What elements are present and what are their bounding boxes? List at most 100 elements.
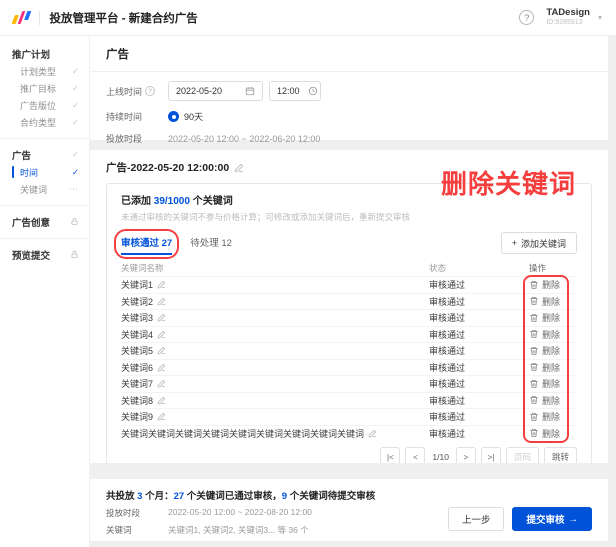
sidebar-item-计划类型[interactable]: 计划类型 ✓ xyxy=(12,64,79,78)
status-text: 审核通过 xyxy=(429,395,466,406)
table-row: 关键词9 审核通过 删除 xyxy=(121,408,577,425)
main-area: 广告 上线时间 ? 2022-05-20 12:00 持续时间 90天 投放时段… xyxy=(90,36,616,547)
sidebar-section: 推广计划计划类型 ✓ 推广目标 ✓ 广告版位 ✓ 合约类型 ✓ xyxy=(0,38,89,139)
sidebar-section-title[interactable]: 广告创意 xyxy=(12,214,79,229)
ad-instance-title: 广告-2022-05-20 12:00:00 xyxy=(106,160,592,175)
keyword-name-cell: 关键词关键词关键词关键词关键词关键词关键词关键词关键词 xyxy=(121,427,429,440)
status-text: 审核通过 xyxy=(429,296,466,307)
col-action: 操作 xyxy=(529,263,547,273)
edit-icon[interactable] xyxy=(157,412,166,421)
edit-icon[interactable] xyxy=(157,346,166,355)
arrow-right-icon: → xyxy=(568,513,579,525)
delete-button[interactable]: 删除 xyxy=(529,295,577,308)
edit-icon[interactable] xyxy=(234,163,244,173)
table-row: 关键词8 审核通过 删除 xyxy=(121,391,577,409)
col-keyword-name: 关键词名称 xyxy=(121,263,164,273)
pagination-jump-button[interactable]: 跳转 xyxy=(543,447,577,463)
sidebar-section-label: 推广计划 xyxy=(12,49,51,61)
keyword-name: 关键词关键词关键词关键词关键词关键词关键词关键词关键词 xyxy=(121,428,365,439)
pagination-next-button[interactable]: > xyxy=(455,447,476,463)
edit-icon[interactable] xyxy=(157,313,166,322)
summary-footer: 共投放 3 个月：27 个关键词已通过审核，9 个关键词待提交审核 投放时段 2… xyxy=(90,479,608,541)
trash-icon xyxy=(529,296,539,306)
submit-review-button[interactable]: 提交审核 → xyxy=(512,507,592,531)
trash-icon xyxy=(529,346,539,356)
delete-button[interactable]: 删除 xyxy=(529,328,577,341)
edit-icon[interactable] xyxy=(157,396,166,405)
delete-button[interactable]: 删除 xyxy=(529,278,577,291)
check-icon: ✓ xyxy=(71,99,79,110)
duration-option[interactable]: 90天 xyxy=(184,110,203,123)
edit-icon[interactable] xyxy=(157,379,166,388)
help-icon[interactable]: ? xyxy=(519,10,535,25)
sidebar-section-title[interactable]: 广告 ✓ xyxy=(12,147,79,162)
summary-number: 27 xyxy=(173,491,185,502)
trash-icon xyxy=(529,280,539,290)
trash-icon xyxy=(529,395,539,405)
plus-icon: + xyxy=(511,238,517,248)
radio-selected-icon[interactable] xyxy=(168,111,179,122)
pagination-last-button[interactable]: >| xyxy=(480,447,501,463)
time-picker[interactable]: 12:00 xyxy=(269,81,321,101)
chevron-down-icon[interactable]: ▾ xyxy=(598,13,602,22)
tab-审核通过[interactable]: 审核通过 27 xyxy=(114,229,180,259)
delete-button[interactable]: 删除 xyxy=(529,427,577,440)
sidebar-section-title[interactable]: 预览提交 xyxy=(12,247,79,262)
add-keyword-button[interactable]: + 添加关键词 xyxy=(500,232,577,254)
brand-logo-icon xyxy=(11,11,31,24)
sidebar-section: 广告创意 xyxy=(0,206,89,239)
sidebar-section-label: 广告 xyxy=(12,150,32,162)
keyword-table-body: 关键词1 审核通过 删除 关键词2 审核通过 删除 关键词3 审核通过 删除 关键词4 审核通过 删除… xyxy=(121,276,577,441)
ellipsis-icon: ⋯ xyxy=(69,183,79,194)
summary-text: 共投放 xyxy=(106,491,138,502)
delete-label: 删除 xyxy=(542,313,561,324)
keyword-name: 关键词9 xyxy=(121,412,154,423)
check-icon: ✓ xyxy=(71,166,79,177)
sidebar-item-label: 合约类型 xyxy=(20,117,57,128)
sidebar-item-关键词[interactable]: 关键词 ⋯ xyxy=(12,182,79,196)
sidebar-item-label: 时间 xyxy=(20,167,39,178)
duration-label: 持续时间 xyxy=(106,112,143,122)
pagination-prev-button[interactable]: < xyxy=(405,447,426,463)
delete-button[interactable]: 删除 xyxy=(529,410,577,423)
sidebar-section-title[interactable]: 推广计划 xyxy=(12,46,79,61)
delete-label: 删除 xyxy=(542,395,561,406)
tab-待处理[interactable]: 待处理 12 xyxy=(190,235,232,255)
sidebar-item-label: 关键词 xyxy=(20,184,48,195)
help-tooltip-icon[interactable]: ? xyxy=(145,86,156,96)
edit-icon[interactable] xyxy=(157,280,166,289)
keyword-name-cell: 关键词8 xyxy=(121,394,429,407)
sidebar-item-推广目标[interactable]: 推广目标 ✓ xyxy=(12,81,79,95)
pagination-page-input[interactable]: 页码 xyxy=(505,447,539,463)
table-row: 关键词关键词关键词关键词关键词关键词关键词关键词关键词 审核通过 删除 xyxy=(121,424,577,442)
delete-button[interactable]: 删除 xyxy=(529,377,577,390)
check-icon: ✓ xyxy=(71,65,79,76)
edit-icon[interactable] xyxy=(157,363,166,372)
delete-button[interactable]: 删除 xyxy=(529,361,577,374)
keyword-name: 关键词7 xyxy=(121,379,154,390)
sidebar-item-合约类型[interactable]: 合约类型 ✓ xyxy=(12,115,79,129)
edit-icon[interactable] xyxy=(157,297,166,306)
check-icon: ✓ xyxy=(71,116,79,127)
table-row: 关键词4 审核通过 删除 xyxy=(121,325,577,343)
sidebar-item-时间[interactable]: 时间 ✓ xyxy=(12,165,79,179)
sidebar-item-广告版位[interactable]: 广告版位 ✓ xyxy=(12,98,79,112)
pagination-first-button[interactable]: |< xyxy=(380,447,401,463)
prev-step-button[interactable]: 上一步 xyxy=(447,507,505,531)
keyword-panel: 删除关键词 广告-2022-05-20 12:00:00 已添加 39/1000… xyxy=(90,150,608,463)
table-row: 关键词5 审核通过 删除 xyxy=(121,342,577,359)
date-picker[interactable]: 2022-05-20 xyxy=(168,81,263,101)
delete-button[interactable]: 删除 xyxy=(529,344,577,357)
delete-button[interactable]: 删除 xyxy=(529,311,577,324)
sidebar-item-label: 广告版位 xyxy=(20,100,57,111)
edit-icon[interactable] xyxy=(368,429,377,438)
keyword-table: 关键词名称 状态 操作 关键词1 审核通过 删除 关键词2 审核通过 删除 关键词3 审核通过… xyxy=(121,260,577,443)
edit-icon[interactable] xyxy=(157,330,166,339)
time-value: 12:00 xyxy=(277,86,300,96)
delete-button[interactable]: 删除 xyxy=(529,394,577,407)
keyword-name-cell: 关键词3 xyxy=(121,311,429,324)
user-account[interactable]: TADesign ID:9285913 xyxy=(546,7,590,27)
keyword-name-cell: 关键词2 xyxy=(121,295,429,308)
delete-label: 删除 xyxy=(542,329,561,340)
status-text: 审核通过 xyxy=(429,280,466,291)
